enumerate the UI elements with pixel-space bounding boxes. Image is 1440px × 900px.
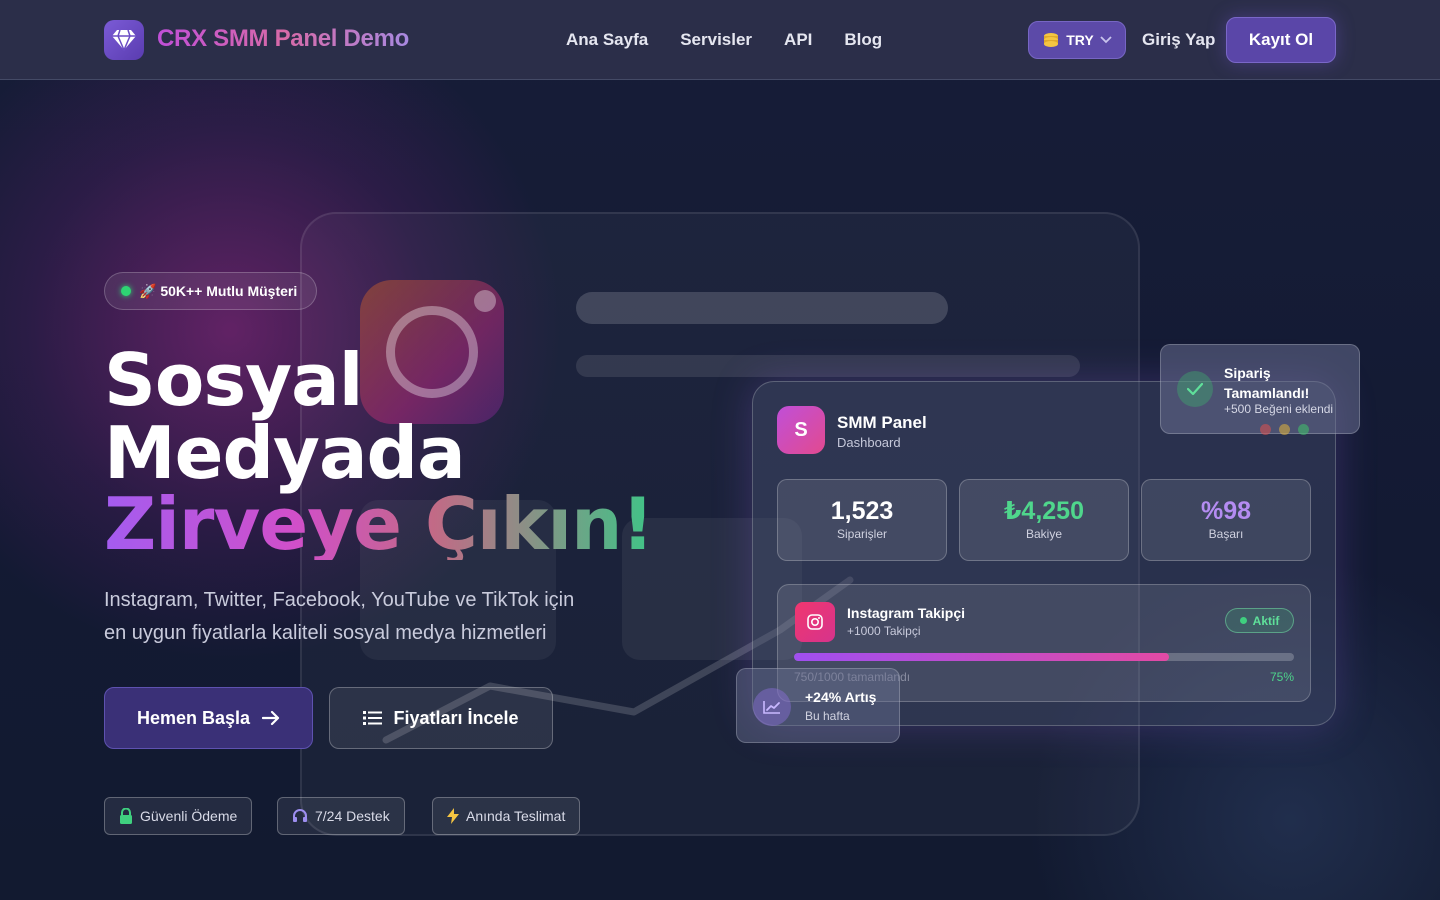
stat-value: 1,523 bbox=[830, 497, 894, 525]
stat-label: Bakiye bbox=[1025, 527, 1063, 541]
status-label: Aktif bbox=[1252, 613, 1280, 628]
stat-balance: ₺4,250 Bakiye bbox=[959, 479, 1129, 561]
chip-label: 7/24 Destek bbox=[315, 808, 390, 824]
growth-subtitle: Bu hafta bbox=[805, 709, 850, 723]
list-icon bbox=[363, 711, 383, 725]
nav-link-services[interactable]: Servisler bbox=[680, 30, 752, 50]
dashboard-subtitle: Dashboard bbox=[837, 435, 901, 450]
mockup-placeholder-bar bbox=[576, 355, 1080, 377]
currency-selector[interactable]: TRY bbox=[1028, 21, 1126, 59]
chevron-down-icon bbox=[1100, 36, 1112, 44]
lock-icon bbox=[120, 808, 132, 824]
stat-label: Başarı bbox=[1208, 527, 1244, 541]
register-button[interactable]: Kayıt Ol bbox=[1226, 17, 1336, 63]
arrow-right-icon bbox=[262, 710, 280, 726]
nav-link-home[interactable]: Ana Sayfa bbox=[566, 30, 648, 50]
chart-line-icon bbox=[753, 688, 791, 726]
dashboard-logo: S bbox=[777, 406, 825, 454]
service-title: Instagram Takipçi bbox=[847, 605, 966, 621]
nav-link-api[interactable]: API bbox=[784, 30, 812, 50]
hero-subtitle-line1: Instagram, Twitter, Facebook, YouTube ve… bbox=[104, 589, 575, 611]
order-complete-notification: Sipariş Tamamlandı! +500 Beğeni eklendi bbox=[1160, 344, 1360, 434]
lightning-icon bbox=[447, 808, 459, 824]
progress-percent: 75% bbox=[1269, 670, 1294, 684]
hero-title-line1: Sosyal bbox=[104, 338, 363, 422]
instagram-logo-icon bbox=[360, 280, 504, 424]
diamond-logo-icon[interactable] bbox=[104, 20, 144, 60]
view-prices-button[interactable]: Fiyatları İncele bbox=[329, 687, 553, 749]
mockup-placeholder-bar bbox=[576, 292, 948, 324]
service-subtitle: +1000 Takipçi bbox=[847, 624, 921, 638]
start-now-label: Hemen Başla bbox=[136, 707, 251, 728]
progress-fill bbox=[794, 653, 1169, 661]
dashboard-title: SMM Panel bbox=[837, 413, 927, 432]
headset-icon bbox=[293, 809, 307, 822]
hero-subtitle-line2: en uygun fiyatlarla kaliteli sosyal medy… bbox=[104, 622, 547, 644]
badge-text: 🚀 50K++ Mutlu Müşteri bbox=[139, 282, 298, 299]
hero-subtitle: Instagram, Twitter, Facebook, YouTube ve… bbox=[104, 584, 644, 650]
view-prices-label: Fiyatları İncele bbox=[393, 707, 519, 728]
stat-value: ₺4,250 bbox=[1004, 497, 1084, 525]
chip-label: Güvenli Ödeme bbox=[140, 808, 238, 824]
check-icon bbox=[1177, 371, 1213, 407]
stat-success: %98 Başarı bbox=[1141, 479, 1311, 561]
stat-label: Siparişler bbox=[836, 527, 887, 541]
stat-orders: 1,523 Siparişler bbox=[777, 479, 947, 561]
live-dot-icon bbox=[121, 286, 131, 296]
support-chip: 7/24 Destek bbox=[277, 797, 405, 835]
chip-label: Anında Teslimat bbox=[466, 808, 566, 824]
instagram-icon bbox=[795, 602, 835, 642]
growth-title: +24% Artış bbox=[805, 689, 877, 705]
nav-links: Ana Sayfa Servisler API Blog bbox=[566, 30, 882, 50]
coins-icon bbox=[1044, 33, 1059, 47]
nav-link-blog[interactable]: Blog bbox=[844, 30, 882, 50]
secure-payment-chip: Güvenli Ödeme bbox=[104, 797, 253, 835]
growth-card: +24% Artış Bu hafta bbox=[736, 668, 900, 743]
stat-value: %98 bbox=[1200, 497, 1252, 525]
status-badge: Aktif bbox=[1225, 608, 1294, 633]
happy-customers-badge: 🚀 50K++ Mutlu Müşteri bbox=[104, 272, 317, 310]
hero-title-line3: Zirveye Çıkın! bbox=[104, 482, 654, 566]
progress-bar bbox=[794, 653, 1294, 661]
currency-label: TRY bbox=[1066, 32, 1094, 48]
top-navbar: CRX SMM Panel Demo Ana Sayfa Servisler A… bbox=[0, 0, 1440, 80]
login-link[interactable]: Giriş Yap bbox=[1142, 30, 1215, 50]
window-dots bbox=[1260, 424, 1309, 435]
start-now-button[interactable]: Hemen Başla bbox=[104, 687, 313, 749]
hero-title-line2: Medyada bbox=[104, 411, 466, 495]
instant-delivery-chip: Anında Teslimat bbox=[432, 797, 581, 835]
notification-title: Sipariş Tamamlandı! bbox=[1224, 365, 1310, 401]
notification-subtitle: +500 Beğeni eklendi bbox=[1224, 402, 1334, 416]
brand-name[interactable]: CRX SMM Panel Demo bbox=[157, 25, 409, 53]
